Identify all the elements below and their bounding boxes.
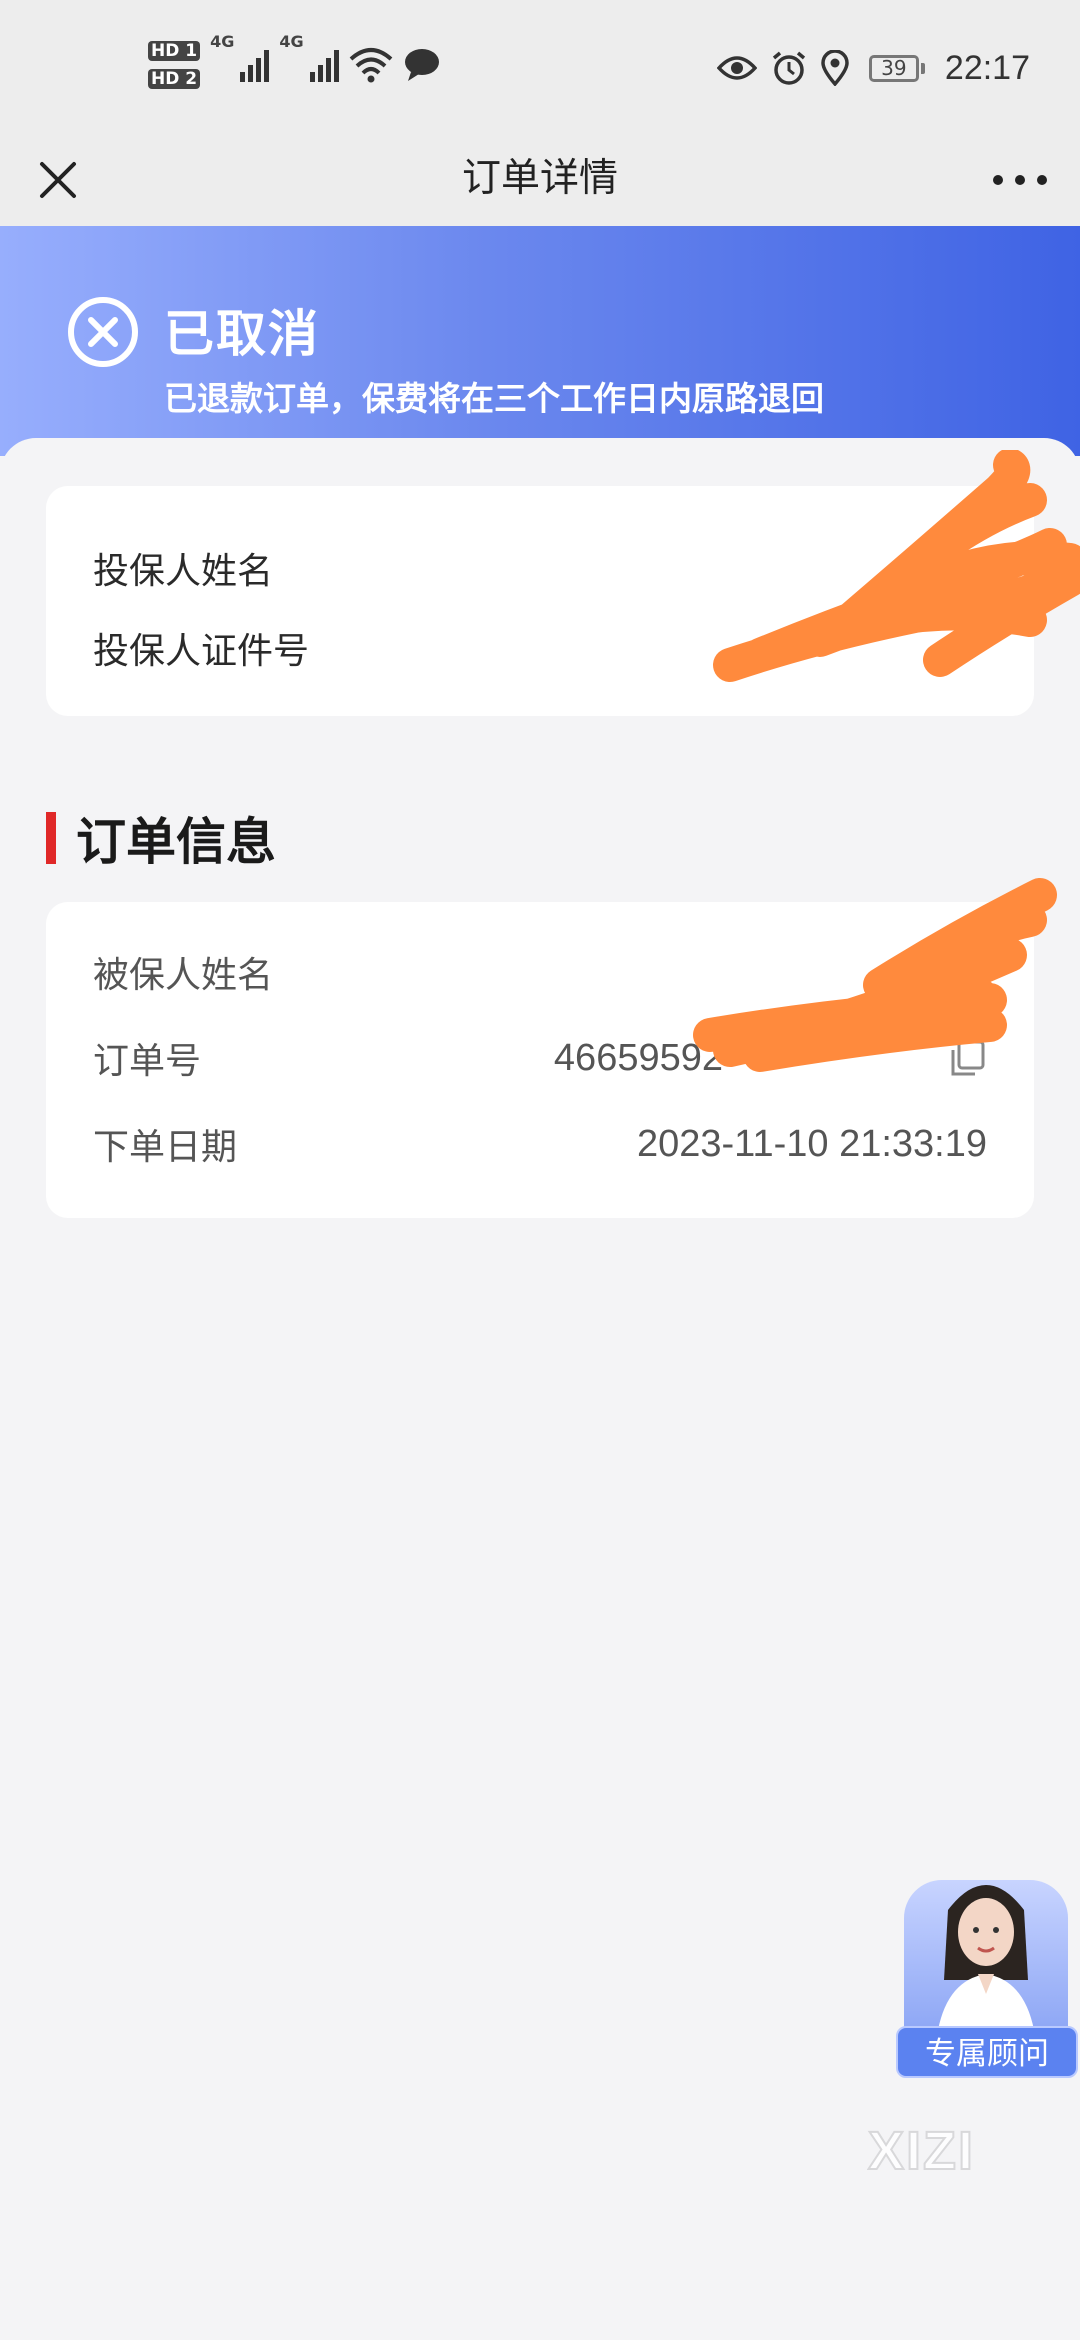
battery-icon: 39: [868, 54, 925, 82]
chat-bubble-icon: [404, 49, 439, 81]
order-status-banner: 已取消 已退款订单，保费将在三个工作日内原路退回: [0, 226, 1080, 456]
policyholder-id-label: 投保人证件号: [93, 631, 310, 672]
status-time: 22:17: [944, 48, 1030, 87]
signal-2-icon: [309, 48, 339, 82]
hd-1-badge: HD 1: [148, 41, 201, 61]
order-status-message: 已退款订单，保费将在三个工作日内原路退回: [164, 379, 824, 418]
cancel-circle-icon: [68, 297, 138, 367]
eye-icon: [716, 56, 757, 80]
policyholder-id-row: 投保人证件号: [93, 618, 987, 678]
copy-icon[interactable]: [947, 1038, 987, 1078]
status-bar-left: HD 1 HD 2 4G 4G: [148, 32, 441, 98]
hd-2-badge: HD 2: [148, 69, 201, 89]
signal-1-icon: [240, 48, 270, 82]
insured-name-row: 被保人姓名: [93, 942, 987, 1002]
advisor-button[interactable]: 专属顾问: [892, 1870, 1080, 2086]
close-icon[interactable]: [28, 150, 88, 210]
signal-1-type: 4G: [210, 32, 235, 51]
location-icon: [821, 50, 849, 86]
advisor-avatar: [938, 1885, 1034, 2030]
watermark-text: XIZI: [867, 2120, 976, 2182]
signal-2-type: 4G: [279, 32, 304, 51]
alarm-icon: [772, 51, 806, 85]
order-date-value: 2023-11-10 21:33:19: [636, 1122, 987, 1165]
order-number-value: 46659592: [553, 1036, 723, 1079]
advisor-label: 专属顾问: [896, 2026, 1078, 2078]
order-number-label: 订单号: [93, 1041, 202, 1082]
page-title: 订单详情: [461, 156, 618, 201]
order-number-row: 订单号 46659592: [93, 1028, 987, 1088]
order-status-title: 已取消: [164, 305, 320, 363]
order-number-value-wrap: 46659592: [554, 1037, 987, 1080]
insured-name-label: 被保人姓名: [93, 955, 274, 996]
status-bar: HD 1 HD 2 4G 4G 39 22:17: [0, 0, 1080, 132]
order-date-row: 下单日期 2023-11-10 21:33:19: [93, 1114, 987, 1174]
policyholder-name-row: 投保人姓名: [93, 538, 987, 598]
order-info-card: 被保人姓名 订单号 46659592 下单日期 2023-11-10 21:33…: [46, 902, 1034, 1218]
section-accent-bar: [46, 812, 56, 864]
wifi-icon: [349, 48, 392, 83]
more-icon[interactable]: [988, 158, 1052, 202]
order-date-label: 下单日期: [93, 1127, 238, 1168]
nav-bar: 订单详情: [0, 132, 1080, 226]
order-info-title: 订单信息: [76, 813, 276, 871]
hd-indicators: HD 1 HD 2: [148, 41, 201, 89]
policyholder-card: 投保人姓名 投保人证件号: [46, 486, 1034, 716]
status-bar-right: 39 22:17: [716, 40, 1030, 96]
policyholder-name-label: 投保人姓名: [93, 551, 274, 592]
order-info-heading: 订单信息: [46, 806, 276, 871]
